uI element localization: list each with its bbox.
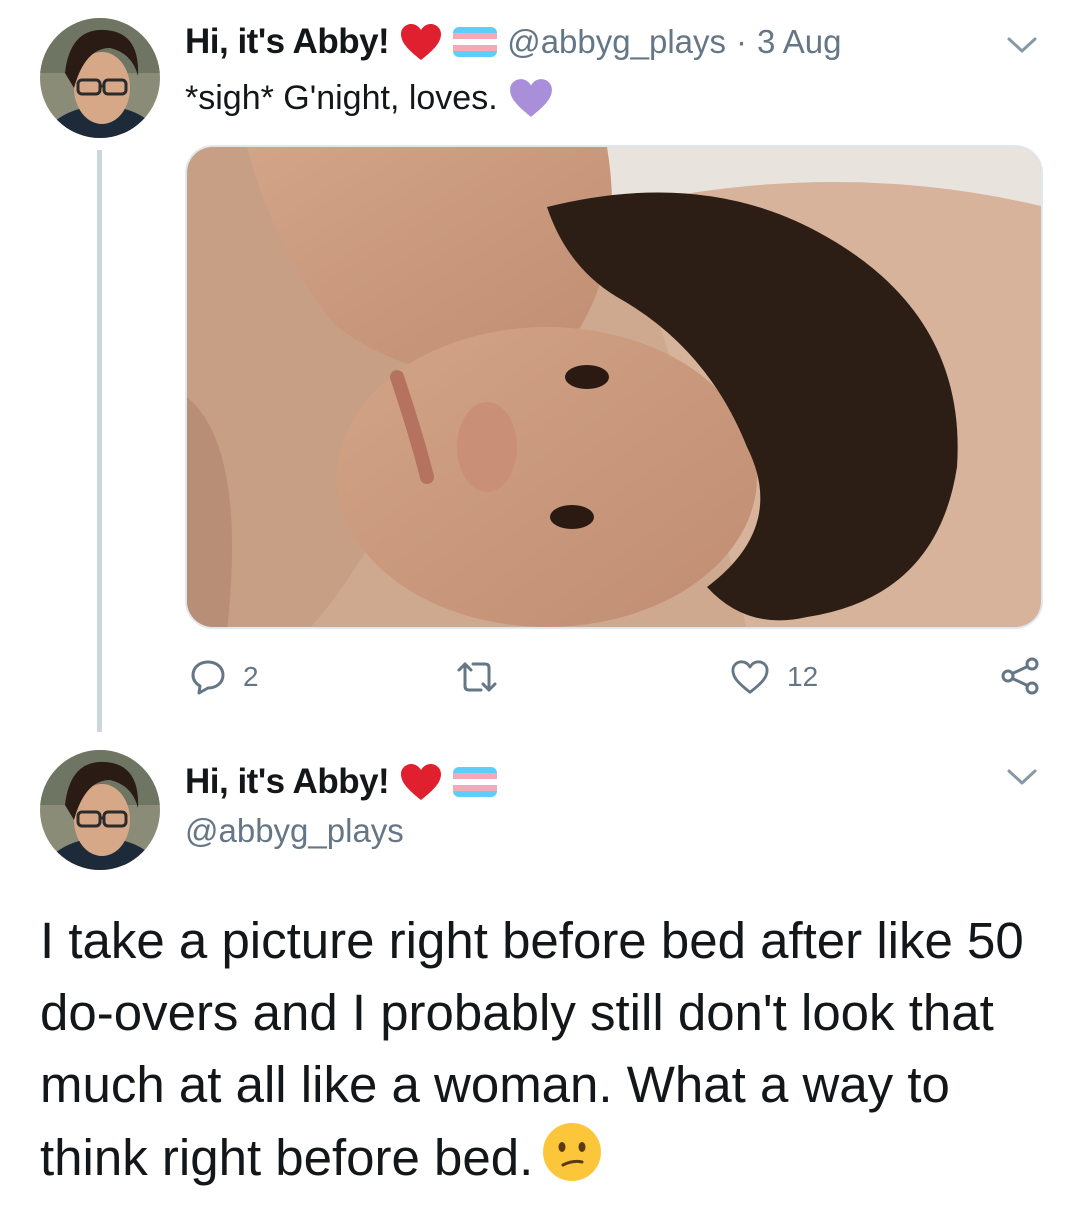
tweet1-attached-photo[interactable]	[185, 145, 1043, 629]
thread-connector-line	[97, 150, 102, 732]
retweet-arrows-icon	[457, 662, 497, 692]
share-action[interactable]	[999, 656, 1041, 696]
transgender-flag-icon	[453, 27, 498, 57]
tweet1-action-bar: 2 12	[185, 652, 1043, 702]
tweet1-handle[interactable]: @abbyg_plays	[507, 23, 726, 61]
like-count: 12	[787, 661, 819, 692]
avatar-tweet1[interactable]	[40, 18, 160, 138]
chevron-down-icon[interactable]	[1005, 766, 1039, 788]
confused-face-emoji	[541, 1121, 603, 1202]
retweet-action[interactable]	[455, 658, 515, 696]
like-action[interactable]: 12	[729, 658, 818, 696]
tweet1-text-line: *sigh* G'night, loves.	[185, 76, 554, 120]
tweet2-handle[interactable]: @abbyg_plays	[185, 812, 404, 850]
tweet2-body: I take a picture right before bed after …	[40, 905, 1050, 1202]
purple-heart-icon	[509, 79, 552, 117]
tweet2-display-name[interactable]: Hi, it's Abby!	[185, 762, 390, 802]
tweet2-text: I take a picture right before bed after …	[40, 912, 1024, 1186]
transgender-flag-icon	[453, 767, 498, 797]
tweet1-display-name[interactable]: Hi, it's Abby!	[185, 22, 390, 62]
avatar-tweet2[interactable]	[40, 750, 160, 870]
tweet1-separator: ·	[736, 23, 748, 60]
tweet1-date[interactable]: 3 Aug	[757, 23, 841, 61]
tweet2-header: Hi, it's Abby!	[185, 760, 498, 804]
share-nodes-icon	[1001, 657, 1039, 695]
tweet1-header: Hi, it's Abby! @abbyg_plays · 3 Aug	[185, 20, 841, 64]
heart-outline-icon	[731, 660, 769, 694]
reply-action[interactable]: 2	[189, 658, 259, 696]
red-heart-icon	[401, 764, 442, 800]
reply-count: 2	[243, 661, 259, 692]
red-heart-icon	[401, 24, 442, 60]
tweet1-text: *sigh* G'night, loves.	[185, 78, 498, 117]
speech-bubble-icon	[191, 660, 225, 695]
chevron-down-icon[interactable]	[1005, 34, 1039, 56]
